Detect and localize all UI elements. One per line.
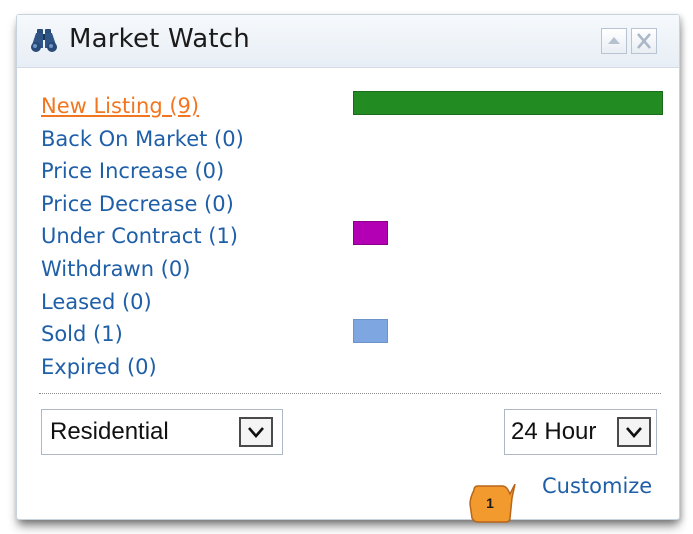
link-withdrawn[interactable]: Withdrawn (0) xyxy=(41,255,244,288)
market-status-list: New Listing (9) Back On Market (0) Price… xyxy=(41,92,244,385)
link-sold[interactable]: Sold (1) xyxy=(41,320,244,353)
close-button[interactable] xyxy=(631,28,657,54)
market-watch-widget: Market Watch New Listing (9) Back On Mar… xyxy=(16,14,680,520)
bar-sold xyxy=(353,319,388,343)
time-range-value: 24 Hour xyxy=(511,418,597,445)
customize-link[interactable]: Customize xyxy=(542,474,652,498)
callout-number: 1 xyxy=(486,495,494,511)
widget-header: Market Watch xyxy=(17,15,679,68)
link-price-increase[interactable]: Price Increase (0) xyxy=(41,157,244,190)
time-range-dropdown-button[interactable] xyxy=(617,417,651,447)
link-back-on-market[interactable]: Back On Market (0) xyxy=(41,125,244,158)
binoculars-icon xyxy=(31,29,57,52)
chevron-down-icon xyxy=(626,427,642,438)
step-callout-badge: 1 xyxy=(468,483,516,524)
time-range-select[interactable]: 24 Hour xyxy=(504,409,657,455)
section-divider xyxy=(39,393,661,394)
collapse-icon xyxy=(608,37,620,44)
collapse-button[interactable] xyxy=(601,28,627,54)
property-type-dropdown-button[interactable] xyxy=(239,417,273,447)
bar-under-contract xyxy=(353,221,388,245)
chevron-down-icon xyxy=(248,427,264,438)
property-type-select[interactable]: Residential xyxy=(41,409,283,455)
close-icon xyxy=(637,33,651,49)
property-type-value: Residential xyxy=(50,418,169,445)
link-price-decrease[interactable]: Price Decrease (0) xyxy=(41,190,244,223)
link-leased[interactable]: Leased (0) xyxy=(41,288,244,321)
link-expired[interactable]: Expired (0) xyxy=(41,353,244,386)
link-new-listing[interactable]: New Listing (9) xyxy=(41,92,244,125)
bar-new-listing xyxy=(353,91,663,115)
widget-title: Market Watch xyxy=(69,24,250,54)
link-under-contract[interactable]: Under Contract (1) xyxy=(41,222,244,255)
